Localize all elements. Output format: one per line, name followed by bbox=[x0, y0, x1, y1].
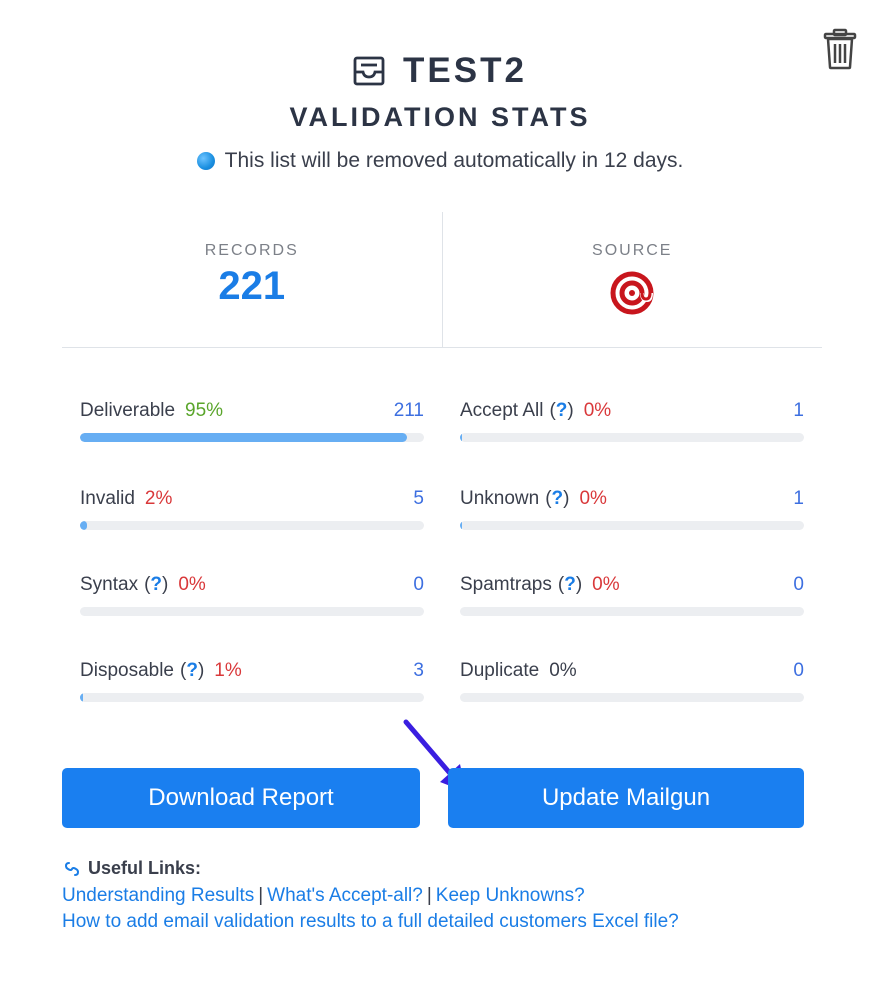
title-row: TEST2 bbox=[0, 48, 880, 94]
metric-label: Deliverable bbox=[80, 400, 176, 421]
metric-label: Disposable bbox=[80, 660, 174, 681]
update-mailgun-button[interactable]: Update Mailgun bbox=[448, 768, 804, 828]
metric-row: Spamtraps (?) 0% 0 bbox=[460, 570, 804, 600]
links-row-2: How to add email validation results to a… bbox=[62, 911, 842, 933]
source-stat: SOURCE bbox=[443, 212, 823, 347]
header: TEST2 VALIDATION STATS This list will be… bbox=[0, 48, 880, 173]
progress-bar bbox=[460, 433, 804, 442]
metric-count: 3 bbox=[413, 660, 424, 681]
progress-bar bbox=[460, 521, 804, 530]
metric-deliverable: Deliverable 95% 211 bbox=[80, 396, 424, 456]
metric-row: Deliverable 95% 211 bbox=[80, 396, 424, 426]
progress-bar-fill bbox=[460, 433, 463, 442]
link-separator: | bbox=[426, 885, 432, 906]
metric-label: Invalid bbox=[80, 488, 135, 509]
list-title: TEST2 bbox=[403, 51, 527, 90]
link-understanding-results[interactable]: Understanding Results bbox=[62, 885, 254, 906]
metric-row: Disposable (?) 1% 3 bbox=[80, 656, 424, 686]
help-tooltip-icon[interactable]: (?) bbox=[144, 574, 168, 596]
metric-row: Duplicate 0% 0 bbox=[460, 656, 804, 686]
progress-bar bbox=[80, 521, 424, 530]
metric-row: Invalid 2% 5 bbox=[80, 484, 424, 514]
source-label: SOURCE bbox=[592, 242, 673, 259]
metric-row: Accept All (?) 0% 1 bbox=[460, 396, 804, 426]
metric-percent: 2% bbox=[144, 488, 173, 509]
metric-percent: 0% bbox=[579, 488, 607, 509]
metric-label: Spamtraps bbox=[460, 574, 552, 595]
progress-bar bbox=[460, 607, 804, 616]
progress-bar-fill bbox=[80, 693, 84, 702]
records-value: 221 bbox=[218, 264, 286, 308]
removal-notice: This list will be removed automatically … bbox=[0, 149, 880, 173]
metric-label: Syntax bbox=[80, 574, 139, 595]
metric-count: 1 bbox=[793, 488, 804, 509]
info-dot-icon bbox=[196, 152, 215, 170]
metric-count: 1 bbox=[793, 400, 804, 421]
metric-label: Accept All bbox=[460, 400, 544, 421]
metric-invalid: Invalid 2% 5 bbox=[80, 484, 424, 544]
metric-label: Unknown bbox=[460, 488, 540, 509]
metric-count: 0 bbox=[793, 574, 804, 595]
metric-row: Unknown (?) 0% 1 bbox=[460, 484, 804, 514]
metric-percent: 95% bbox=[185, 400, 224, 421]
metric-syntax: Syntax (?) 0% 0 bbox=[80, 570, 424, 630]
mailgun-logo-icon bbox=[610, 271, 654, 315]
metric-count: 211 bbox=[393, 400, 424, 421]
metric-percent: 0% bbox=[178, 574, 206, 595]
link-separator: | bbox=[258, 885, 264, 906]
metric-count: 0 bbox=[413, 574, 424, 595]
link-keep-unknowns[interactable]: Keep Unknowns? bbox=[436, 885, 585, 906]
inbox-icon bbox=[353, 56, 385, 86]
progress-bar-fill bbox=[80, 433, 407, 442]
progress-bar bbox=[80, 607, 424, 616]
progress-bar bbox=[80, 693, 424, 702]
metric-percent: 0% bbox=[592, 574, 620, 595]
metric-spamtraps: Spamtraps (?) 0% 0 bbox=[460, 570, 804, 630]
summary-stats: RECORDS 221 SOURCE bbox=[62, 212, 822, 348]
useful-links-title: Useful Links: bbox=[62, 858, 842, 879]
page-subtitle: VALIDATION STATS bbox=[289, 102, 591, 132]
progress-bar bbox=[460, 693, 804, 702]
help-tooltip-icon[interactable]: (?) bbox=[180, 660, 204, 682]
link-whats-accept-all[interactable]: What's Accept-all? bbox=[267, 885, 423, 906]
download-report-button[interactable]: Download Report bbox=[62, 768, 420, 828]
metric-unknown: Unknown (?) 0% 1 bbox=[460, 484, 804, 544]
records-stat: RECORDS 221 bbox=[62, 212, 443, 347]
link-chain-icon bbox=[64, 861, 80, 876]
progress-bar bbox=[80, 433, 424, 442]
metric-accept-all: Accept All (?) 0% 1 bbox=[460, 396, 804, 456]
progress-bar-fill bbox=[80, 521, 87, 530]
link-excel-guide[interactable]: How to add email validation results to a… bbox=[62, 911, 679, 932]
links-row-1: Understanding Results | What's Accept-all?… bbox=[62, 885, 842, 907]
metric-label: Duplicate bbox=[460, 660, 540, 681]
useful-links-label: Useful Links: bbox=[88, 858, 202, 878]
metric-percent: 0% bbox=[583, 400, 612, 421]
help-tooltip-icon[interactable]: (?) bbox=[558, 574, 582, 596]
progress-bar-fill bbox=[460, 521, 463, 530]
useful-links: Useful Links: Understanding Results | What… bbox=[62, 858, 842, 933]
metric-row: Syntax (?) 0% 0 bbox=[80, 570, 424, 600]
help-tooltip-icon[interactable]: (?) bbox=[549, 400, 573, 422]
removal-notice-text: This list will be removed automatically … bbox=[224, 149, 684, 172]
metric-duplicate: Duplicate 0% 0 bbox=[460, 656, 804, 716]
metric-count: 0 bbox=[793, 660, 804, 681]
metric-percent: 1% bbox=[214, 660, 242, 681]
metric-disposable: Disposable (?) 1% 3 bbox=[80, 656, 424, 716]
metric-count: 5 bbox=[413, 488, 424, 509]
records-label: RECORDS bbox=[204, 242, 299, 259]
metric-percent: 0% bbox=[549, 660, 577, 681]
help-tooltip-icon[interactable]: (?) bbox=[545, 488, 569, 510]
